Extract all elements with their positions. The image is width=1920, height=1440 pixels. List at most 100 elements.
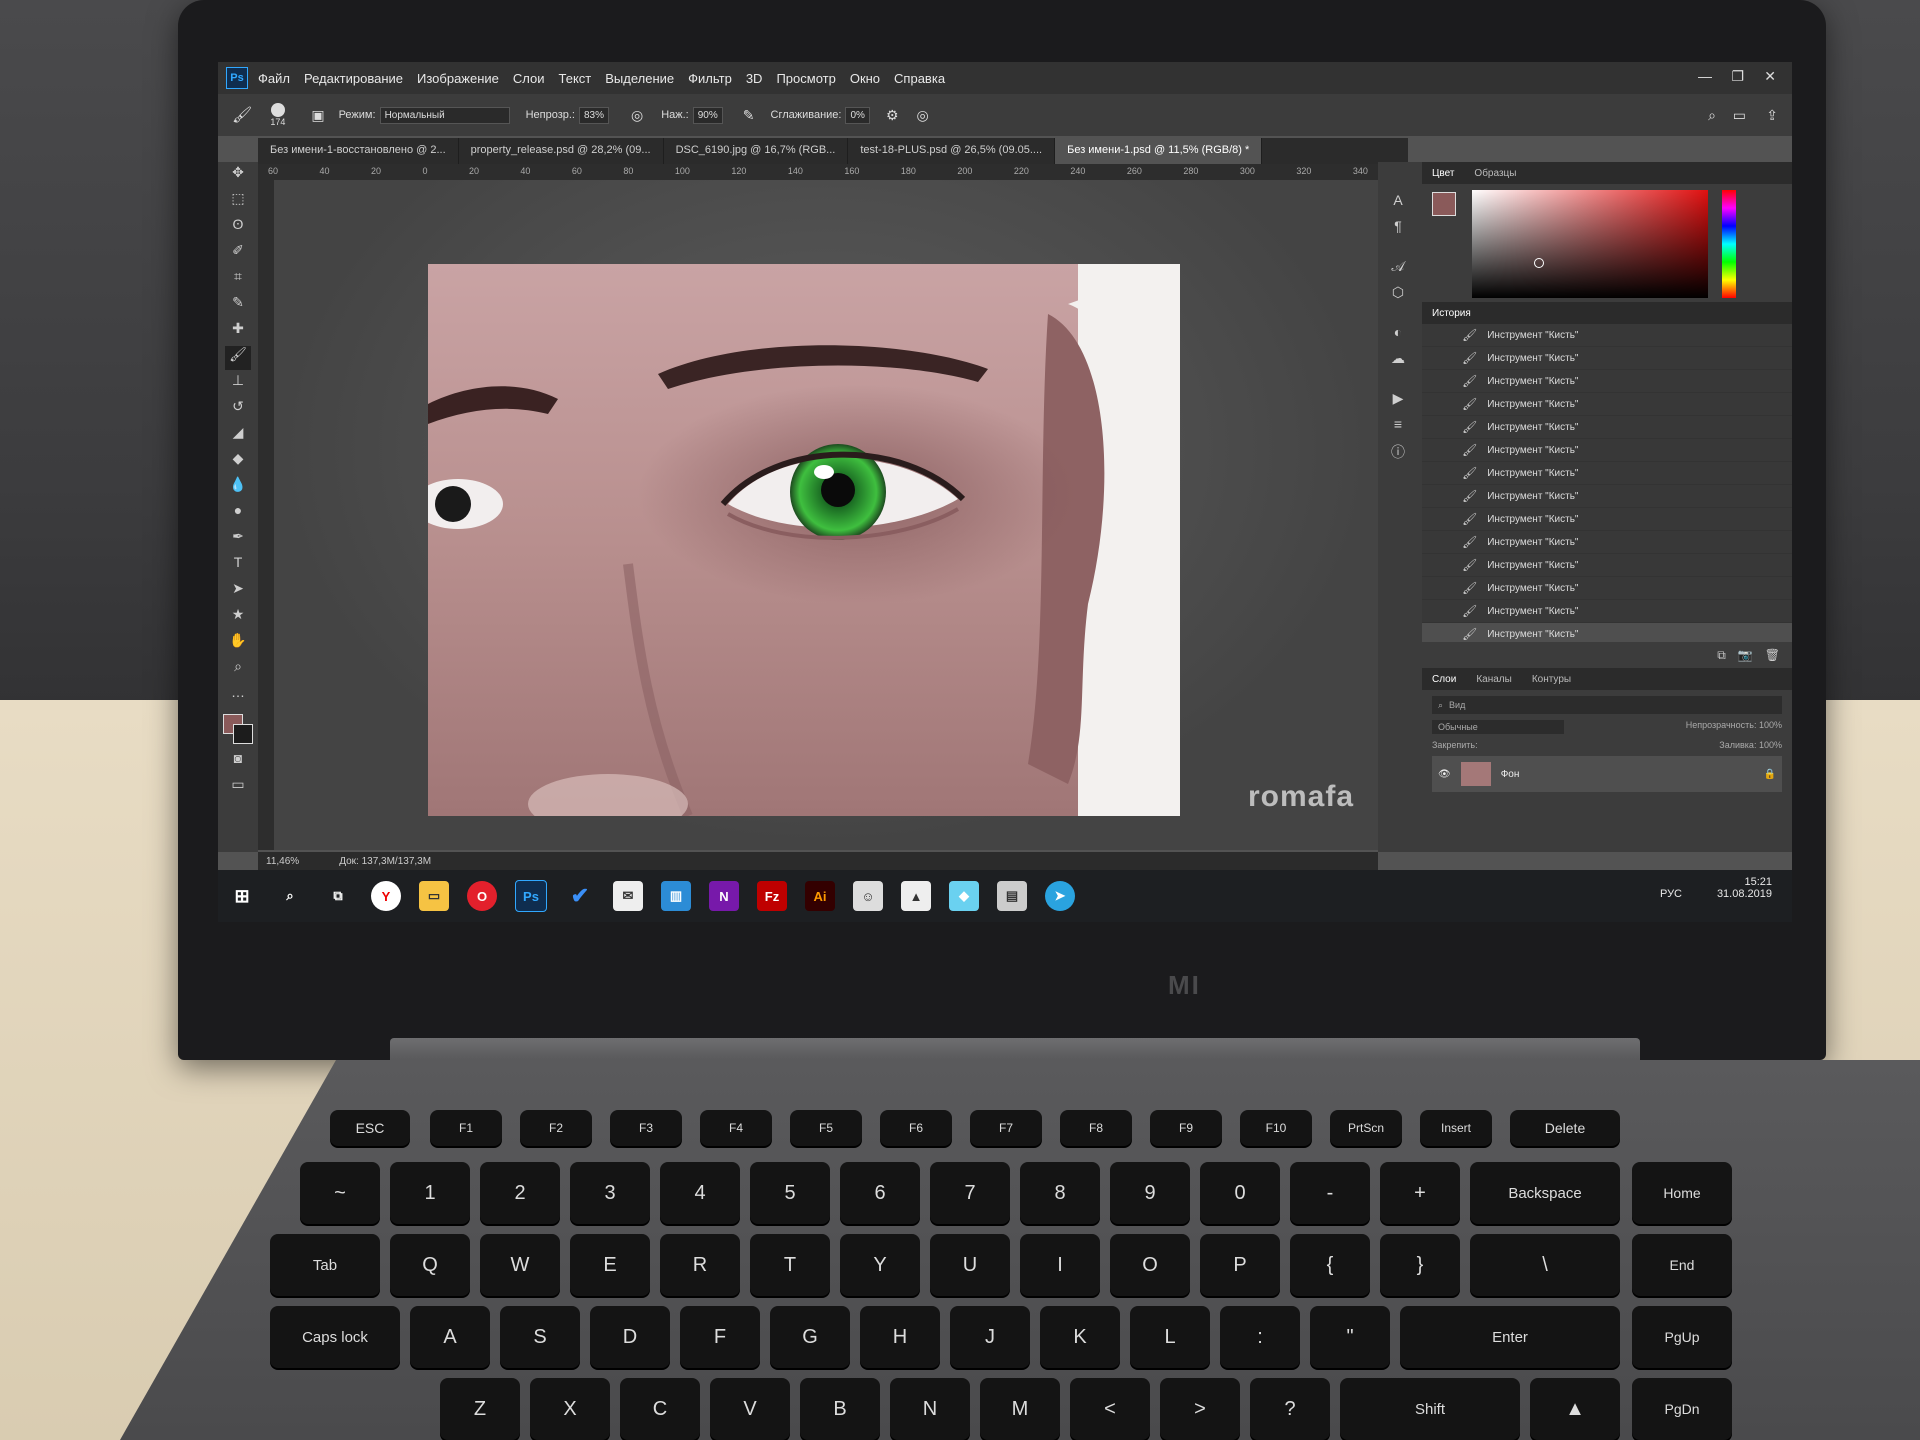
key-delete[interactable]: Delete [1510, 1110, 1620, 1146]
key-backspace[interactable]: Backspace [1470, 1162, 1620, 1224]
key-3[interactable]: 3 [570, 1162, 650, 1224]
hand-tool-icon[interactable]: ✋ [225, 632, 251, 656]
glyphs-panel-icon[interactable]: 𝒜 [1385, 258, 1411, 282]
tab-doc-2[interactable]: property_release.psd @ 28,2% (09... [459, 138, 664, 164]
key-a[interactable]: A [410, 1306, 490, 1368]
key-l[interactable]: L [1130, 1306, 1210, 1368]
workspace-icon[interactable]: ▭ [1733, 107, 1746, 124]
blur-tool-icon[interactable]: 💧 [225, 476, 251, 500]
key-backslash[interactable]: \ [1470, 1234, 1620, 1296]
color-picker-marker[interactable] [1534, 258, 1544, 268]
snapshot-camera-icon[interactable]: 📷 [1738, 648, 1753, 662]
new-document-from-state-icon[interactable]: ⧉ [1717, 648, 1726, 663]
menu-window[interactable]: Окно [850, 71, 880, 86]
illustrator-icon[interactable]: Ai [805, 881, 835, 911]
tab-doc-3[interactable]: DSC_6190.jpg @ 16,7% (RGB... [664, 138, 849, 164]
blend-mode-select[interactable]: Обычные [1432, 720, 1564, 734]
brush-panel-icon[interactable]: ▣ [311, 107, 324, 124]
history-row[interactable]: 🖌 Инструмент "Кисть" [1422, 508, 1792, 531]
shape-tool-icon[interactable]: ★ [225, 606, 251, 630]
search-icon[interactable]: ⌕ [1708, 107, 1716, 124]
foreground-color-swatch[interactable] [1432, 192, 1456, 216]
key-prtscn[interactable]: PrtScn [1330, 1110, 1402, 1146]
healing-tool-icon[interactable]: ✚ [225, 320, 251, 344]
minimize-icon[interactable]: — [1698, 68, 1712, 84]
history-panel-title[interactable]: История [1422, 308, 1481, 319]
key-f8[interactable]: F8 [1060, 1110, 1132, 1146]
key-colon[interactable]: : [1220, 1306, 1300, 1368]
key-r[interactable]: R [660, 1234, 740, 1296]
menu-image[interactable]: Изображение [417, 71, 499, 86]
key-z[interactable]: Z [440, 1378, 520, 1440]
task-view-icon[interactable]: ⧉ [323, 881, 353, 911]
history-row[interactable]: 🖌 Инструмент "Кисть" [1422, 324, 1792, 347]
key-esc[interactable]: ESC [330, 1110, 410, 1146]
screen-mode-icon[interactable]: ▭ [225, 776, 251, 800]
photoshop-icon[interactable]: Ps [515, 880, 547, 912]
pen-tool-icon[interactable]: ✒ [225, 528, 251, 552]
eye-visibility-icon[interactable]: 👁 [1438, 769, 1451, 780]
history-brush-tool-icon[interactable]: ↺ [225, 398, 251, 422]
menu-select[interactable]: Выделение [605, 71, 674, 86]
key-caps-lock[interactable]: Caps lock [270, 1306, 400, 1368]
history-row[interactable]: 🖌 Инструмент "Кисть" [1422, 577, 1792, 600]
zoom-level[interactable]: 11,46% [266, 856, 299, 867]
history-row[interactable]: 🖌 Инструмент "Кисть" [1422, 554, 1792, 577]
key-8[interactable]: 8 [1020, 1162, 1100, 1224]
key-enter[interactable]: Enter [1400, 1306, 1620, 1368]
tab-doc-5-active[interactable]: Без имени-1.psd @ 11,5% (RGB/8) * [1055, 138, 1263, 164]
airbrush-icon[interactable]: ✎ [743, 107, 755, 124]
tab-color[interactable]: Цвет [1422, 168, 1464, 179]
dodge-tool-icon[interactable]: ● [225, 502, 251, 526]
mode-select[interactable]: Нормальный [379, 106, 510, 124]
key-5[interactable]: 5 [750, 1162, 830, 1224]
settings-gear-icon[interactable]: ⚙ [886, 107, 899, 124]
key-v[interactable]: V [710, 1378, 790, 1440]
key-k[interactable]: K [1040, 1306, 1120, 1368]
key-insert[interactable]: Insert [1420, 1110, 1492, 1146]
key-t[interactable]: T [750, 1234, 830, 1296]
lasso-tool-icon[interactable]: ʘ [225, 216, 251, 240]
opacity-field[interactable]: 83% [578, 106, 609, 124]
key-i[interactable]: I [1020, 1234, 1100, 1296]
libraries-panel-icon[interactable]: ☁ [1385, 350, 1411, 374]
color-field[interactable] [1472, 190, 1708, 298]
zoom-tool-icon[interactable]: ⌕ [225, 658, 251, 682]
key-left-brace[interactable]: { [1290, 1234, 1370, 1296]
key-f[interactable]: F [680, 1306, 760, 1368]
key-f9[interactable]: F9 [1150, 1110, 1222, 1146]
key-w[interactable]: W [480, 1234, 560, 1296]
search-icon[interactable]: ⌕ [275, 881, 305, 911]
history-row[interactable]: 🖌 Инструмент "Кисть" [1422, 485, 1792, 508]
tab-doc-4[interactable]: test-18-PLUS.psd @ 26,5% (09.05.... [848, 138, 1056, 164]
mail-icon[interactable]: ✉ [613, 881, 643, 911]
menu-edit[interactable]: Редактирование [304, 71, 403, 86]
app-icon[interactable]: ▤ [997, 881, 1027, 911]
key-0[interactable]: 0 [1200, 1162, 1280, 1224]
key-f7[interactable]: F7 [970, 1110, 1042, 1146]
key-b[interactable]: B [800, 1378, 880, 1440]
key-n[interactable]: N [890, 1378, 970, 1440]
system-clock[interactable]: 15:21 31.08.2019 [1717, 876, 1772, 900]
key-arrow-up[interactable]: ▲ [1530, 1378, 1620, 1440]
key-minus[interactable]: - [1290, 1162, 1370, 1224]
key-tab[interactable]: Tab [270, 1234, 380, 1296]
share-icon[interactable]: ⇪ [1766, 107, 1778, 124]
history-row[interactable]: 🖌 Инструмент "Кисть" [1422, 393, 1792, 416]
key-m[interactable]: M [980, 1378, 1060, 1440]
key-c[interactable]: C [620, 1378, 700, 1440]
key-less-than[interactable]: < [1070, 1378, 1150, 1440]
input-language[interactable]: РУС [1660, 888, 1682, 900]
key-u[interactable]: U [930, 1234, 1010, 1296]
key-question[interactable]: ? [1250, 1378, 1330, 1440]
tab-layers[interactable]: Слои [1422, 674, 1466, 685]
filezilla-icon[interactable]: Fz [757, 881, 787, 911]
layer-row-background[interactable]: 👁 Фон 🔒 [1432, 756, 1782, 792]
fill-value[interactable]: 100% [1759, 740, 1782, 750]
app-icon[interactable]: ☺ [853, 881, 883, 911]
properties-panel-icon[interactable]: ≡ [1385, 416, 1411, 440]
yandex-browser-icon[interactable]: Y [371, 881, 401, 911]
photos-icon[interactable]: ▲ [901, 881, 931, 911]
key-o[interactable]: O [1110, 1234, 1190, 1296]
key-f4[interactable]: F4 [700, 1110, 772, 1146]
